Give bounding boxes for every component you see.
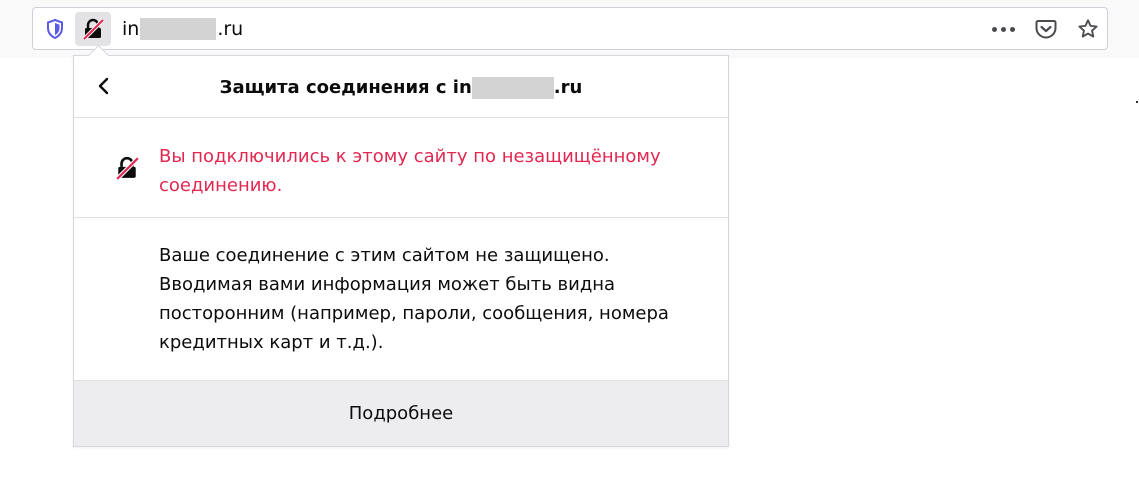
connection-description: Ваше соединение с этим сайтом не защищен… <box>74 218 728 381</box>
tracking-protection-button[interactable] <box>37 12 73 46</box>
redacted-domain <box>471 77 554 99</box>
description-text: Ваше соединение с этим сайтом не защищен… <box>159 245 669 353</box>
address-bar[interactable]: in .ru <box>32 7 1108 50</box>
popup-header: Защита соединения с in .ru <box>74 56 728 118</box>
title-prefix: Защита соединения с in <box>219 77 472 98</box>
connection-warning: Вы подключились к этому сайту по незащищ… <box>74 118 728 218</box>
title-suffix: .ru <box>553 77 583 98</box>
url-prefix: in <box>122 18 140 40</box>
pocket-icon <box>1035 20 1057 39</box>
popup-title: Защита соединения с in .ru <box>74 76 728 100</box>
insecure-lock-icon <box>115 156 139 180</box>
url-text[interactable]: in .ru <box>122 17 243 41</box>
more-info-button[interactable]: Подробнее <box>74 381 728 446</box>
pocket-button[interactable] <box>1028 12 1064 46</box>
more-actions-icon <box>991 26 1015 32</box>
toolbar: in .ru <box>0 0 1139 58</box>
url-suffix: .ru <box>217 18 244 40</box>
bookmark-button[interactable] <box>1070 12 1106 46</box>
shield-icon <box>47 19 63 39</box>
page-actions-button[interactable] <box>985 12 1021 46</box>
edge-artifact <box>1136 101 1138 103</box>
insecure-lock-icon <box>82 18 104 40</box>
site-identity-button[interactable] <box>75 12 111 46</box>
warning-text: Вы подключились к этому сайту по незащищ… <box>159 146 661 196</box>
bookmark-star-icon <box>1078 19 1098 38</box>
redacted-domain <box>140 18 217 40</box>
identity-popup: Защита соединения с in .ru Вы подключилис… <box>73 44 729 447</box>
